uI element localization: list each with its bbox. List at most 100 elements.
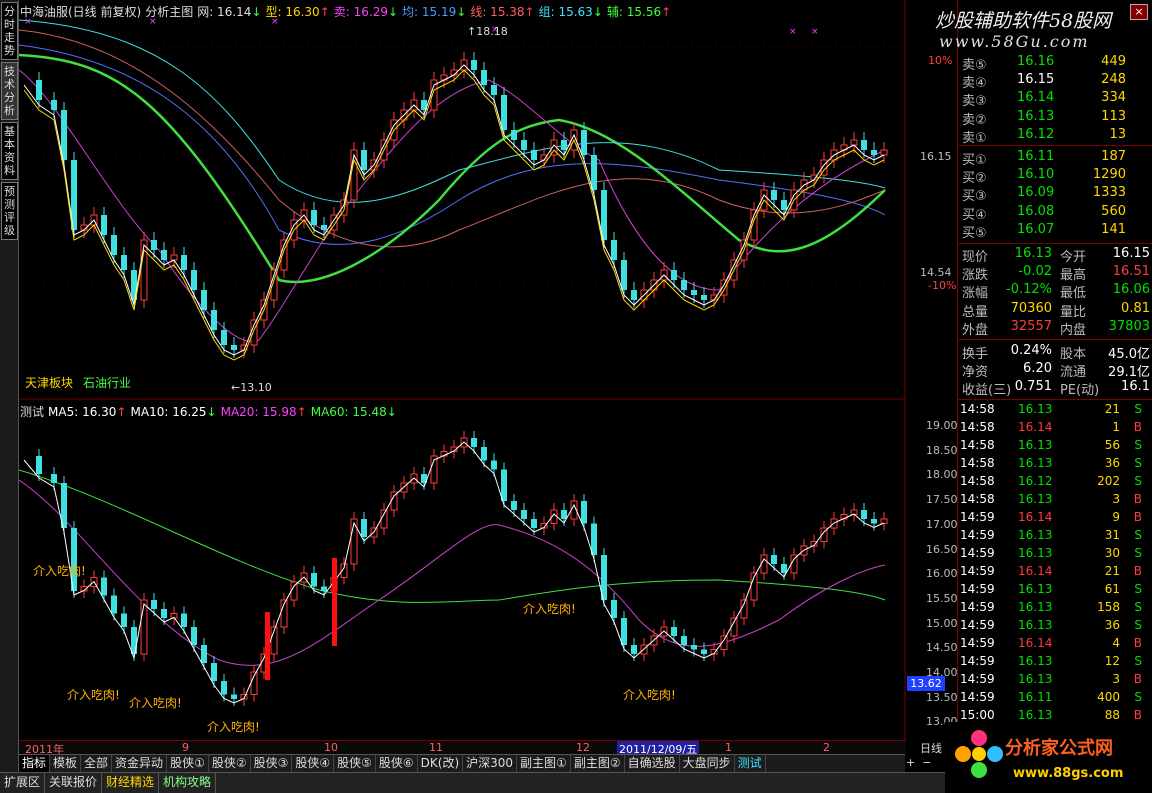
tab-indicator[interactable]: 沪深300: [463, 755, 518, 772]
zoom-controls[interactable]: + −: [906, 756, 946, 772]
quote-value: 16.51: [1112, 264, 1150, 280]
tick-volume: 31: [1104, 528, 1120, 542]
order-level-label: 卖①: [962, 130, 987, 146]
order-level-label: 买①: [962, 153, 987, 168]
tick-price: 16.14: [1018, 636, 1053, 650]
tick-row[interactable]: 14:58 16.13 3 B: [960, 492, 1150, 510]
tick-volume: 400: [1097, 690, 1120, 704]
candle-body: [121, 255, 127, 270]
buy-order-row[interactable]: 买① 16.11 187: [962, 149, 1150, 168]
tick-side: S: [1134, 690, 1142, 704]
tab-indicator[interactable]: 指标: [19, 755, 51, 772]
tab-indicator[interactable]: 全部: [81, 755, 113, 772]
tick-time: 14:59: [960, 618, 995, 632]
buy-order-row[interactable]: 买⑤ 16.07 141: [962, 222, 1150, 241]
tab-indicator[interactable]: 副主图②: [571, 755, 625, 772]
order-volume: 248: [1101, 72, 1126, 88]
tick-row[interactable]: 14:59 16.13 158 S: [960, 600, 1150, 618]
banner-bottom-url: www.88gs.com: [1013, 766, 1124, 781]
quote-value: 16.06: [1112, 282, 1150, 298]
tab-indicator[interactable]: 自确选股: [625, 755, 680, 772]
sell-order-row[interactable]: 卖④ 16.15 248: [962, 72, 1150, 92]
buy-order-row[interactable]: 买④ 16.08 560: [962, 204, 1150, 223]
tab-indicator[interactable]: 股侠②: [209, 755, 251, 772]
tick-row[interactable]: 14:59 16.11 400 S: [960, 690, 1150, 708]
candle-body: [561, 510, 567, 519]
tick-row[interactable]: 14:58 16.13 21 S: [960, 402, 1150, 420]
trend-arrow-icon: ↓: [387, 5, 399, 19]
tick-row[interactable]: 14:59 16.13 12 S: [960, 654, 1150, 672]
zoom-in-icon[interactable]: +: [906, 756, 915, 769]
tick-row[interactable]: 14:59 16.13 31 S: [960, 528, 1150, 546]
quote-key: 总量: [962, 304, 989, 320]
institution-button[interactable]: 机构攻略: [159, 773, 217, 793]
tick-row[interactable]: 14:58 16.12 202 S: [960, 474, 1150, 492]
price-axis: 10% 16.15 14.54 -10% 19.00 18.50 18.00 17.5…: [906, 0, 958, 740]
tick-price: 16.14: [1018, 420, 1053, 434]
tab-indicator[interactable]: 资金异动: [112, 755, 168, 772]
tick-row[interactable]: 14:59 16.13 30 S: [960, 546, 1150, 564]
sell-order-row[interactable]: 卖① 16.12 13: [962, 127, 1150, 146]
tab-indicator[interactable]: 测试: [735, 755, 766, 772]
quote-key: 净资: [962, 365, 989, 381]
tab-indicator[interactable]: 股侠③: [251, 755, 293, 772]
tab-indicator[interactable]: 副主图①: [517, 755, 571, 772]
quote-value: 0.24%: [1010, 343, 1052, 358]
left-vertical-tabs: 分时走势 技术分析 基本资料 预测评级: [0, 0, 19, 772]
order-volume: 187: [1101, 149, 1126, 164]
candle-body: [631, 645, 637, 654]
tick-row[interactable]: 14:59 16.14 4 B: [960, 636, 1150, 654]
lower-axis-tick: 15.50: [926, 591, 958, 605]
tab-technical[interactable]: 技术分析: [1, 62, 18, 120]
candle-body: [101, 215, 107, 235]
tick-row[interactable]: 14:59 16.14 21 B: [960, 564, 1150, 582]
candle-body: [701, 295, 707, 300]
sell-order-row[interactable]: 卖③ 16.14 334: [962, 90, 1150, 109]
related-quote-button[interactable]: 关联报价: [45, 773, 103, 793]
candle-body: [871, 519, 877, 524]
close-icon[interactable]: ×: [1130, 4, 1148, 20]
buy-order-row[interactable]: 买③ 16.09 1333: [962, 185, 1150, 204]
tab-forecast[interactable]: 预测评级: [1, 182, 18, 240]
tick-row[interactable]: 14:59 16.13 36 S: [960, 618, 1150, 636]
tick-row[interactable]: 14:59 16.13 3 B: [960, 672, 1150, 690]
tick-row[interactable]: 14:58 16.14 1 B: [960, 420, 1150, 438]
tab-indicator[interactable]: 大盘同步: [680, 755, 735, 772]
ma-value: MA60: 15.48↓: [311, 405, 397, 419]
expand-area-button[interactable]: 扩展区: [0, 773, 46, 793]
finance-picks-button[interactable]: 财经精选: [102, 773, 160, 793]
tick-volume: 202: [1097, 474, 1120, 488]
candle-body: [531, 150, 537, 160]
order-price: 16.14: [1017, 90, 1055, 106]
quote-key: 内盘: [1060, 322, 1087, 338]
order-level-label: 卖④: [962, 76, 987, 92]
tab-intraday[interactable]: 分时走势: [1, 2, 18, 60]
divider: [958, 145, 1152, 146]
tab-indicator[interactable]: 股侠④: [292, 755, 335, 772]
quote-value: 32557: [1010, 318, 1052, 334]
tick-row[interactable]: 14:58 16.13 56 S: [960, 438, 1150, 456]
tick-price: 16.13: [1018, 456, 1053, 470]
tab-indicator[interactable]: 模板: [50, 755, 82, 772]
signal-bar: [332, 558, 337, 646]
tab-indicator[interactable]: 股侠①: [167, 755, 209, 772]
tick-row[interactable]: 14:59 16.14 9 B: [960, 510, 1150, 528]
candle-body: [861, 140, 867, 150]
tick-time: 14:58: [960, 402, 995, 416]
kline-chart-svg[interactable]: × × ×× × ×: [19, 0, 906, 740]
tab-indicator[interactable]: 股侠⑥: [376, 755, 418, 772]
tick-row[interactable]: 14:58 16.13 36 S: [960, 456, 1150, 474]
tab-indicator[interactable]: 股侠⑤: [334, 755, 376, 772]
indicator-value: 辅: 15.56↑: [607, 5, 671, 19]
signal-label: 介入吃肉!: [523, 602, 576, 616]
tick-row[interactable]: 14:59 16.13 61 S: [960, 582, 1150, 600]
trend-arrow-icon: ↑: [524, 5, 535, 19]
tab-fundamental[interactable]: 基本资料: [1, 122, 18, 180]
buy-order-row[interactable]: 买② 16.10 1290: [962, 167, 1150, 186]
tick-side: B: [1133, 672, 1142, 686]
chart-area[interactable]: × × × × × × 中海油服(日线 前复权) 分析主图 网: 16.14↓ 型: 16.30…: [19, 0, 906, 740]
sell-order-row[interactable]: 卖② 16.13 113: [962, 109, 1150, 128]
tab-indicator[interactable]: DK(改): [418, 755, 464, 772]
zoom-out-icon[interactable]: −: [922, 756, 931, 769]
main-chart-header: 中海油服(日线 前复权) 分析主图 网: 16.14↓ 型: 16.30↑ 卖: 16.…: [20, 3, 679, 20]
